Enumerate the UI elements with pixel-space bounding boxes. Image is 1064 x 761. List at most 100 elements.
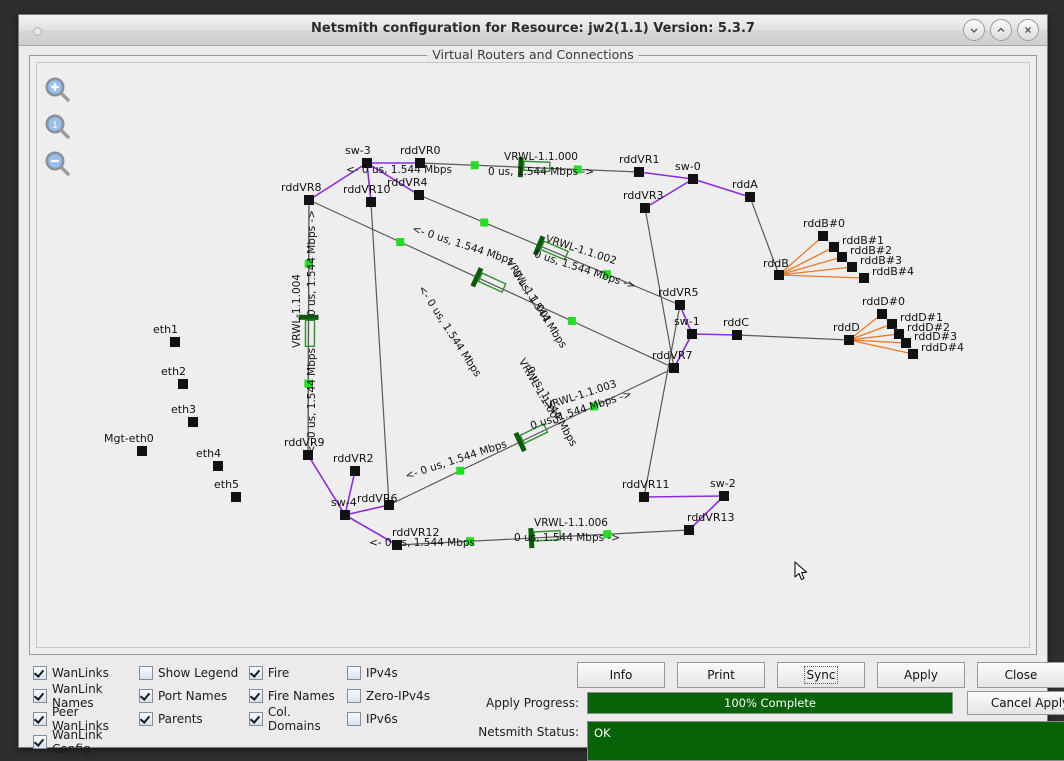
zoom-in-icon[interactable] (43, 75, 73, 105)
checkbox-indicator[interactable] (347, 688, 362, 703)
network-node[interactable] (732, 330, 742, 340)
checkbox-indicator[interactable] (347, 711, 362, 726)
wanlink-endpoint-marker[interactable] (470, 161, 479, 170)
checkbox-port-names[interactable]: Port Names (138, 688, 249, 703)
network-node[interactable] (687, 329, 697, 339)
checkbox-col-domains[interactable]: Col. Domains (248, 705, 347, 733)
node-label: rddVR7 (652, 349, 692, 362)
close-icon (1025, 27, 1031, 33)
checkbox-show-legend[interactable]: Show Legend (138, 665, 249, 680)
checkbox-indicator[interactable] (248, 688, 263, 703)
close-button[interactable] (1017, 19, 1039, 41)
node-label: eth5 (214, 478, 239, 491)
network-node[interactable] (639, 492, 649, 502)
checkbox-indicator[interactable] (138, 688, 153, 703)
wanlink-endpoint-marker[interactable] (456, 466, 465, 475)
node-label: rddVR10 (343, 183, 390, 196)
network-node[interactable] (847, 262, 857, 272)
network-node[interactable] (188, 417, 198, 427)
network-node[interactable] (894, 329, 904, 339)
network-node[interactable] (350, 466, 360, 476)
checkbox-label: Fire (267, 665, 290, 680)
chevron-down-icon (970, 28, 978, 33)
network-node[interactable] (887, 319, 897, 329)
network-node[interactable] (340, 510, 350, 520)
node-label: rddD#0 (862, 295, 905, 308)
network-node[interactable] (137, 446, 147, 456)
network-node[interactable] (908, 349, 918, 359)
checkbox-indicator[interactable] (347, 665, 362, 680)
button-label: Info (609, 668, 633, 682)
network-node[interactable] (414, 190, 424, 200)
checkbox-indicator[interactable] (138, 711, 153, 726)
network-node[interactable] (684, 525, 694, 535)
network-node[interactable] (901, 338, 911, 348)
network-node[interactable] (304, 195, 314, 205)
checkbox-indicator[interactable] (248, 711, 263, 726)
checkbox-indicator[interactable] (33, 688, 47, 703)
network-node[interactable] (634, 167, 644, 177)
checkbox-label: Port Names (157, 688, 228, 703)
link-label: <- 0 us, 1.544 Mbps (411, 223, 516, 267)
checkbox-parents[interactable]: Parents (138, 711, 249, 726)
cancel-apply-button[interactable]: Cancel Apply (967, 691, 1064, 715)
minimize-button[interactable] (963, 19, 985, 41)
network-node[interactable] (745, 192, 755, 202)
info-button[interactable]: Info (577, 662, 665, 688)
checkbox-ipv6s[interactable]: IPv6s (347, 711, 453, 726)
checkbox-ipv4s[interactable]: IPv4s (347, 665, 453, 680)
checkbox-indicator[interactable] (33, 734, 47, 749)
network-node[interactable] (829, 242, 839, 252)
close-button[interactable]: Close (977, 662, 1064, 688)
wanlink-connectors-group (298, 157, 570, 549)
network-node[interactable] (231, 492, 241, 502)
network-node[interactable] (844, 335, 854, 345)
network-node[interactable] (213, 461, 223, 471)
node-label: eth4 (196, 447, 221, 460)
network-node[interactable] (877, 309, 887, 319)
link-label: <- 0 us, 1.544 Mbps (416, 284, 484, 379)
wanlink-endpoint-marker[interactable] (480, 218, 489, 227)
network-node[interactable] (818, 231, 828, 241)
checkbox-indicator[interactable] (138, 665, 153, 680)
network-node[interactable] (669, 363, 679, 373)
network-node[interactable] (719, 491, 729, 501)
wanlink-endpoint-marker[interactable] (396, 238, 405, 246)
network-canvas[interactable]: eth1 eth2 eth3 Mgt-eth0 eth4 eth5 sw-3 rddVR0 rd… (36, 62, 1030, 648)
display-options-checkboxes: WanLinks Show Legend Fire IPv4s WanLink Name… (33, 661, 453, 756)
node-label: rddVR3 (623, 189, 663, 202)
node-label: Mgt-eth0 (104, 432, 154, 445)
checkbox-fire[interactable]: Fire (248, 665, 347, 680)
mouse-cursor (794, 561, 810, 587)
network-node[interactable] (170, 337, 180, 347)
print-button[interactable]: Print (677, 662, 765, 688)
checkbox-indicator[interactable] (33, 665, 47, 680)
network-node[interactable] (837, 252, 847, 262)
checkbox-indicator[interactable] (248, 665, 263, 680)
link-labels-group: VRWL-1.1.000 0 us, 1.544 Mbps -> <- 0 us, … (291, 151, 637, 549)
checkbox-row: WanLink Config (33, 728, 453, 756)
checkbox-zero-ipv4s[interactable]: Zero-IPv4s (347, 688, 453, 703)
checkbox-fire-names[interactable]: Fire Names (248, 688, 347, 703)
wanlink-endpoint-marker[interactable] (567, 316, 576, 325)
zoom-actual-icon[interactable]: 1 (43, 112, 73, 142)
network-node[interactable] (178, 379, 188, 389)
network-node[interactable] (774, 270, 784, 280)
zoom-out-icon[interactable] (43, 149, 73, 179)
checkbox-wanlink-config[interactable]: WanLink Config (33, 728, 141, 756)
bottom-control-panel: WanLinks Show Legend Fire IPv4s WanLink Name… (29, 659, 1064, 761)
network-node[interactable] (675, 300, 685, 310)
apply-button[interactable]: Apply (877, 662, 965, 688)
network-node[interactable] (640, 203, 650, 213)
apply-progress-bar: 100% Complete (587, 692, 953, 714)
checkbox-indicator[interactable] (33, 711, 47, 726)
maximize-button[interactable] (990, 19, 1012, 41)
network-node[interactable] (859, 273, 869, 283)
netsmith-window: Netsmith configuration for Resource: jw2… (18, 14, 1064, 761)
network-node[interactable] (688, 174, 698, 184)
network-node[interactable] (366, 197, 376, 207)
network-link-gray (370, 201, 390, 506)
checkbox-label: Fire Names (267, 688, 335, 703)
checkbox-wanlinks[interactable]: WanLinks (33, 665, 139, 680)
sync-button[interactable]: Sync (777, 662, 865, 688)
